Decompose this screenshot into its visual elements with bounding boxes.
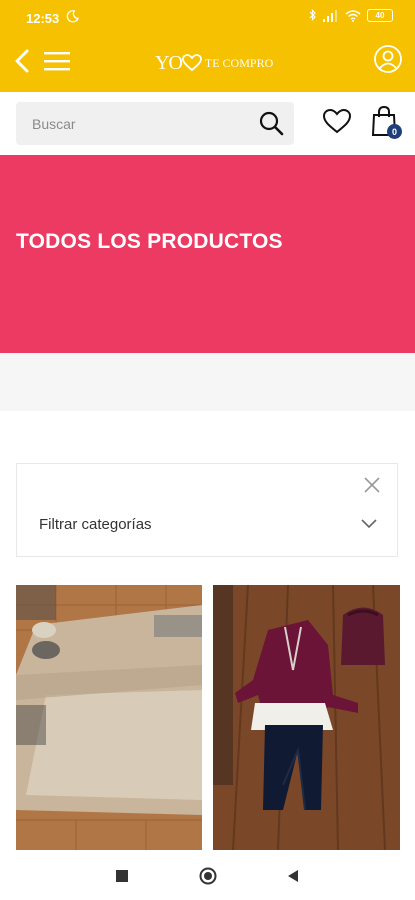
home-icon[interactable] [199,867,217,885]
search-box [16,102,294,145]
app-bar: YO TE COMPRO [0,38,415,92]
battery-icon: 40 [367,9,393,22]
bluetooth-icon [309,9,316,21]
system-navigation-bar [0,850,415,900]
hamburger-menu-icon[interactable] [42,49,72,73]
page-title: TODOS LOS PRODUCTOS [16,230,283,253]
product-photo-floor [16,585,202,850]
close-icon[interactable] [363,476,381,494]
back-triangle-icon[interactable] [287,869,299,883]
logo-text-tail: TE COMPRO [204,55,274,70]
product-photo-outfit [213,585,400,850]
moon-icon [66,10,79,23]
filter-categories-label[interactable]: Filtrar categorías [39,516,152,533]
recent-apps-icon[interactable] [116,870,128,882]
signal-icon [323,9,337,22]
product-card[interactable] [213,585,400,850]
cart-count-badge: 0 [387,124,402,139]
search-icon[interactable] [258,110,284,136]
status-icons: 40 [309,9,393,22]
wifi-icon [345,9,361,22]
category-banner: TODOS LOS PRODUCTOS [0,155,415,353]
product-card[interactable] [16,585,202,850]
back-arrow-icon[interactable] [12,48,34,74]
search-row [0,92,415,155]
category-filter-panel: Filtrar categorías [16,463,398,557]
cart-button[interactable]: 0 [370,105,402,139]
wishlist-heart-icon[interactable] [322,107,352,135]
heart-logo-icon [181,54,202,72]
brand-logo[interactable]: YO TE COMPRO [155,50,273,76]
banner-spacer [0,353,415,411]
search-input[interactable] [16,102,262,145]
status-time: 12:53 [26,11,60,26]
logo-text-yo: YO [155,51,183,74]
user-icon[interactable] [373,44,403,74]
chevron-down-icon[interactable] [361,519,377,529]
status-bar: 12:53 40 [0,0,415,38]
